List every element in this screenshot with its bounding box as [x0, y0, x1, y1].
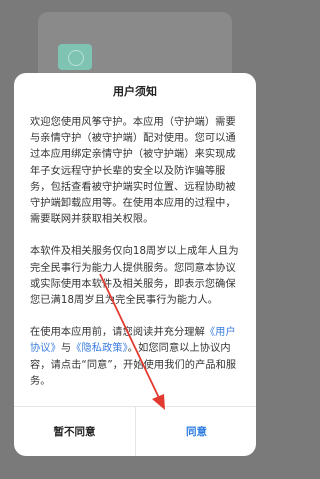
notice-paragraph-2: 本软件及相关服务仅向18周岁以上成年人且为完全民事行为能力人提供服务。您同意本协…: [30, 246, 239, 307]
dialog-body: 欢迎您使用风筝守护。本应用（守护端）需要与亲情守护（被守护端）配对使用。您可以通…: [30, 115, 242, 406]
notice-paragraph-3-intro: 在使用本应用前，请您阅读并充分理解: [30, 327, 205, 339]
disagree-button[interactable]: 暂不同意: [14, 407, 135, 455]
notice-paragraph-1: 欢迎您使用风筝守护。本应用（守护端）需要与亲情守护（被守护端）配对使用。您可以通…: [30, 117, 236, 226]
dialog-title: 用户须知: [113, 85, 157, 98]
notice-paragraph-3: 在使用本应用前，请您阅读并充分理解《用户协议》与《隐私政策》。如您同意以上协议内…: [30, 325, 242, 390]
agree-button[interactable]: 同意: [136, 407, 256, 455]
app-logo-icon: [58, 44, 92, 70]
conjunction-text: 与: [60, 343, 72, 355]
privacy-policy-link[interactable]: 《隐私政策》: [71, 343, 128, 354]
user-notice-dialog: 用户须知 欢迎您使用风筝守护。本应用（守护端）需要与亲情守护（被守护端）配对使用…: [14, 73, 256, 456]
